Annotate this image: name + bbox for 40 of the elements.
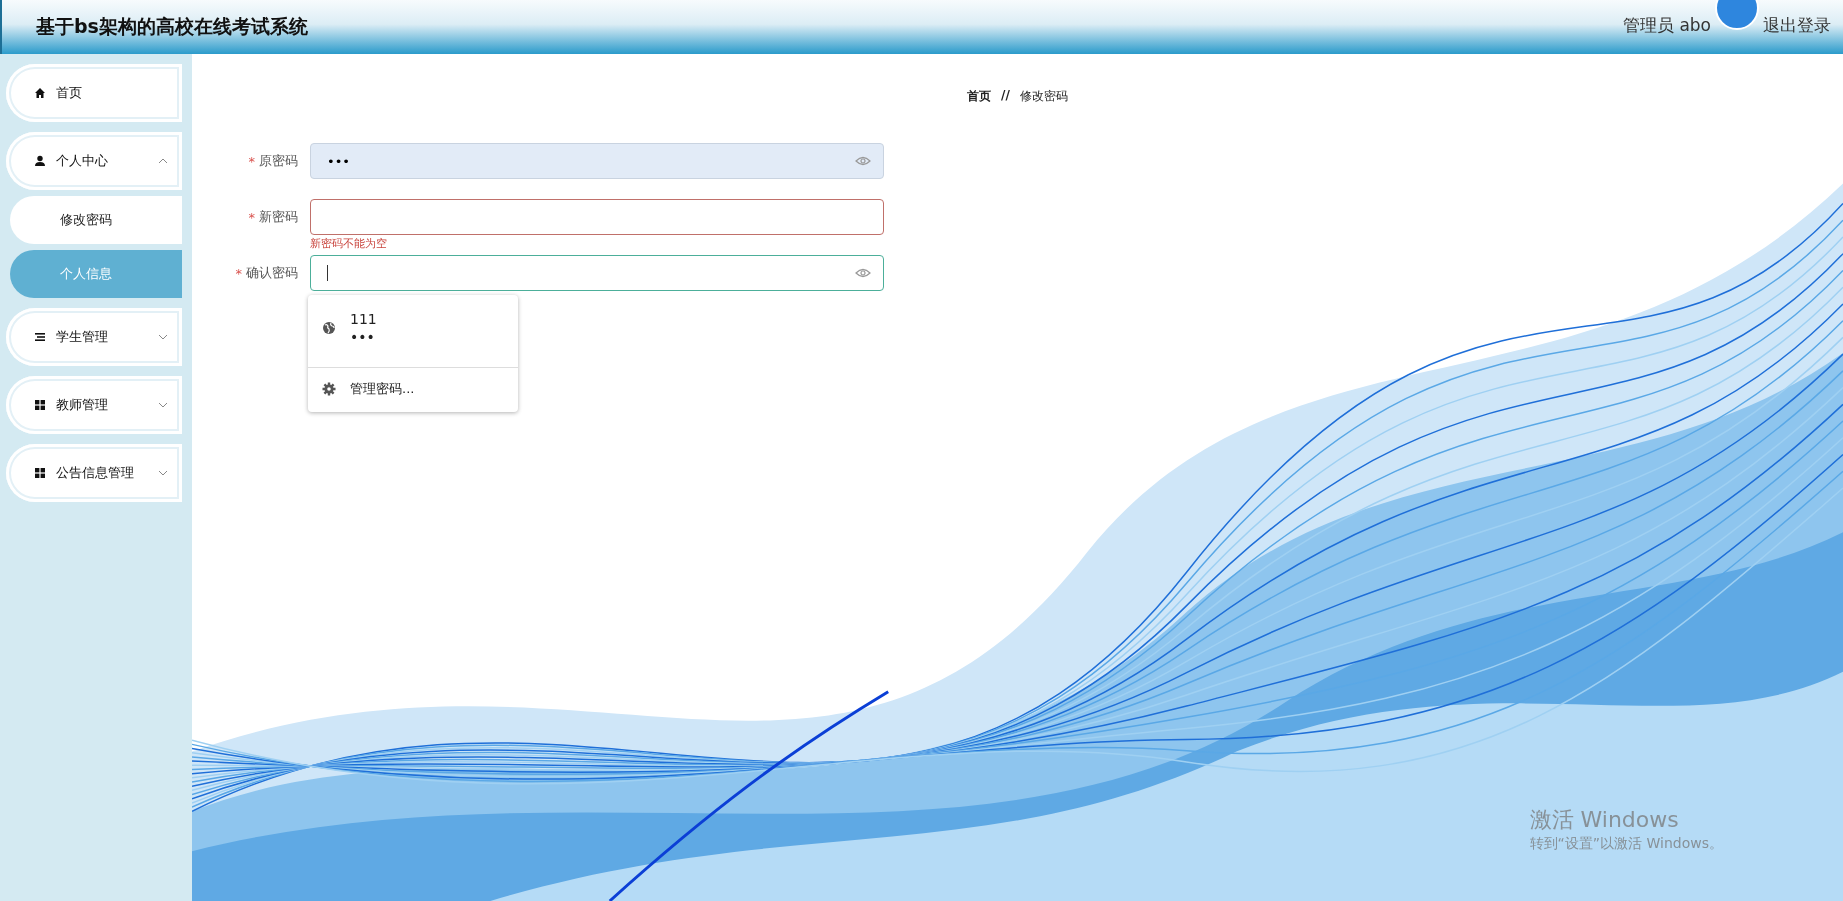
user-name: 管理员 abo — [1623, 14, 1711, 37]
avatar-icon[interactable] — [1715, 0, 1759, 30]
breadcrumb-link[interactable]: 首页 — [967, 88, 992, 105]
password-field[interactable] — [310, 199, 884, 235]
activation-hint: 转到“设置”以激活 Windows。 — [1529, 835, 1723, 853]
list-icon — [34, 331, 46, 343]
password-field[interactable]: ••• — [310, 143, 884, 179]
error-message: 新密码不能为空 — [310, 236, 387, 251]
breadcrumb-link[interactable]: 修改密码 — [1019, 88, 1068, 105]
required-mark: * — [248, 209, 255, 225]
eye-icon[interactable] — [855, 156, 871, 166]
menu-item[interactable]: 教师管理 — [6, 376, 182, 434]
field-label: 新密码 — [259, 208, 298, 226]
field-label: 确认密码 — [246, 264, 298, 282]
menu-item[interactable]: 公告信息管理 — [6, 444, 182, 502]
chevron-icon — [158, 470, 168, 476]
menu-item[interactable]: 首页 — [6, 64, 182, 122]
password-field[interactable] — [310, 255, 884, 291]
field-label: 原密码 — [259, 152, 298, 170]
grid-icon — [34, 399, 46, 411]
submenu-item[interactable]: 修改密码 — [10, 196, 182, 244]
logout-link[interactable]: 退出登录 — [1763, 14, 1831, 37]
breadcrumb-separator: // — [1001, 88, 1010, 104]
globe-icon — [322, 321, 336, 335]
menu-item[interactable]: 个人中心 — [6, 132, 182, 190]
activation-title: 激活 Windows — [1529, 806, 1680, 834]
chevron-icon — [158, 402, 168, 408]
eye-icon[interactable] — [855, 268, 871, 278]
saved-password-entry[interactable]: 111 ••• — [308, 295, 518, 368]
app-title: 基于bs架构的高校在线考试系统 — [36, 14, 308, 39]
chevron-icon — [158, 334, 168, 340]
chevron-icon — [158, 158, 168, 164]
grid-icon — [34, 467, 46, 479]
required-mark: * — [235, 265, 242, 281]
required-mark: * — [248, 153, 255, 169]
user-icon — [34, 155, 46, 167]
menu-item[interactable]: 学生管理 — [6, 308, 182, 366]
home-icon — [34, 87, 46, 99]
manage-passwords-item[interactable]: 管理密码... — [308, 368, 518, 412]
gear-icon — [322, 382, 336, 396]
